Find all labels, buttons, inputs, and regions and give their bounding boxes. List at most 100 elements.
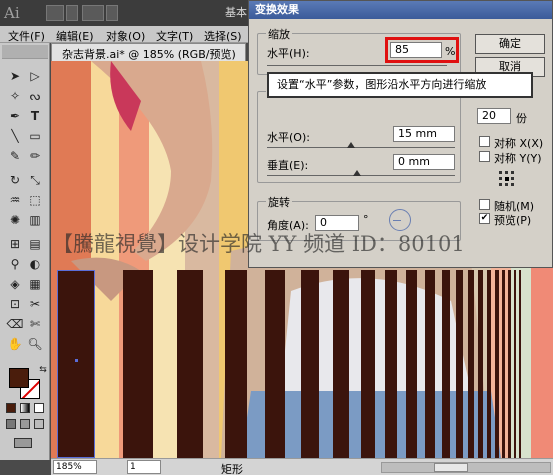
horizontal-scrollbar[interactable] [381, 462, 551, 473]
transformed-bar [425, 270, 435, 458]
lasso-tool-icon[interactable]: ᔓ [26, 87, 44, 105]
graph-tool-icon[interactable]: ▦ [26, 275, 44, 293]
transformed-bar [177, 270, 203, 458]
transformed-bar [265, 270, 285, 458]
move-horizontal-input[interactable]: 15 mm [393, 126, 455, 142]
copies-input[interactable]: 20 [477, 108, 511, 124]
original-rectangle[interactable] [57, 270, 95, 458]
screen-mode-icon[interactable] [14, 438, 32, 448]
pen-tool-icon[interactable]: ✒ [6, 107, 24, 125]
transformed-bar [456, 270, 463, 458]
menu-object[interactable]: 对象(O) [106, 28, 145, 44]
line-tool-icon[interactable]: ╲ [6, 127, 24, 145]
tools-panel-grip[interactable] [2, 45, 48, 59]
color-mode-icon[interactable] [6, 403, 16, 413]
draw-behind-icon[interactable] [20, 419, 30, 429]
dialog-title[interactable]: 变换效果 [249, 1, 552, 19]
transformed-bar [468, 270, 474, 458]
gradient-tool-icon[interactable]: ▤ [26, 235, 44, 253]
highlight-box [385, 37, 459, 63]
reference-point-grid[interactable] [499, 171, 514, 186]
bridge-button[interactable] [46, 5, 64, 21]
rotate-group-title: 旋转 [266, 194, 292, 210]
menu-select[interactable]: 选择(S) [204, 28, 242, 44]
magic-wand-tool-icon[interactable]: ✧ [6, 87, 24, 105]
instruction-callout: 设置“水平”参数，图形沿水平方向进行缩放 [267, 72, 533, 98]
move-vertical-slider-thumb[interactable] [353, 170, 361, 176]
document-tab-title: 杂志背景.ai* @ 185% (RGB/预览) [62, 48, 236, 61]
live-paint-bucket-icon[interactable]: ◈ [6, 275, 24, 293]
transformed-bar [514, 270, 516, 458]
move-horizontal-slider[interactable] [267, 147, 455, 148]
mesh-tool-icon[interactable]: ⊞ [6, 235, 24, 253]
bridge-dropdown[interactable] [66, 5, 78, 21]
transformed-bar [487, 270, 491, 458]
type-tool-icon[interactable]: T [26, 107, 44, 125]
blend-tool-icon[interactable]: ◐ [26, 255, 44, 273]
watermark-text: 【騰龍視覺】设计学院 YY 频道 ID：80101 [52, 232, 465, 256]
eyedropper-tool-icon[interactable]: ⚲ [6, 255, 24, 273]
column-graph-tool-icon[interactable]: ▥ [26, 211, 44, 229]
selection-tool-icon[interactable]: ➤ [6, 67, 24, 85]
preview-label: 预览(P) [494, 214, 532, 227]
transformed-bar [406, 270, 417, 458]
draw-normal-icon[interactable] [6, 419, 16, 429]
fill-color-swatch[interactable] [9, 368, 29, 388]
direct-selection-tool-icon[interactable]: ▷ [26, 67, 44, 85]
rectangle-tool-icon[interactable]: ▭ [26, 127, 44, 145]
hand-tool-icon[interactable]: ✋ [6, 335, 24, 353]
move-vertical-slider[interactable] [267, 175, 455, 176]
none-mode-icon[interactable] [34, 403, 44, 413]
transformed-bar [333, 270, 349, 458]
menu-file[interactable]: 文件(F) [8, 28, 45, 44]
zoom-level-field[interactable]: 185% [53, 460, 97, 474]
pencil-tool-icon[interactable]: ✏ [26, 147, 44, 165]
warp-tool-icon[interactable]: ♒ [6, 191, 24, 209]
reflect-y-label: 对称 Y(Y) [494, 152, 542, 165]
reflect-x-label: 对称 X(X) [494, 137, 544, 150]
artboard-number-field[interactable]: 1 [127, 460, 161, 474]
document-tab[interactable]: 杂志背景.ai* @ 185% (RGB/预览) [51, 43, 246, 61]
random-checkbox[interactable] [479, 199, 490, 210]
scale-horizontal-slider[interactable] [267, 65, 447, 66]
free-transform-tool-icon[interactable]: ⬚ [26, 191, 44, 209]
transformed-bar [519, 270, 521, 458]
current-tool-label[interactable]: 矩形 [221, 461, 243, 475]
transformed-bar [442, 270, 450, 458]
slice-tool-icon[interactable]: ✂ [26, 295, 44, 313]
arrange-dropdown[interactable] [106, 5, 118, 21]
transformed-bar [508, 270, 511, 458]
transformed-bar [495, 270, 499, 458]
rotate-tool-icon[interactable]: ↻ [6, 171, 24, 189]
transformed-bar [123, 270, 153, 458]
gradient-mode-icon[interactable] [20, 403, 30, 413]
center-point-marker [75, 359, 78, 362]
swap-colors-icon[interactable]: ⇆ [34, 361, 52, 379]
app-logo: Ai [4, 4, 20, 22]
scale-group-title: 缩放 [266, 26, 292, 42]
scale-tool-icon[interactable]: ⤡ [26, 171, 44, 189]
scale-horizontal-label: 水平(H): [267, 47, 310, 60]
ok-button[interactable]: 确定 [475, 34, 545, 54]
move-horizontal-slider-thumb[interactable] [347, 142, 355, 148]
menu-type[interactable]: 文字(T) [156, 28, 193, 44]
reflect-y-checkbox[interactable] [479, 151, 490, 162]
reflect-x-checkbox[interactable] [479, 136, 490, 147]
tools-panel: ➤ ▷ ✧ ᔓ ✒ T ╲ ▭ ✎ ✏ ↻ ⤡ ♒ ⬚ ✺ ▥ ⊞ ▤ ⚲ ◐ … [0, 43, 50, 460]
scrollbar-thumb[interactable] [434, 463, 468, 472]
draw-inside-icon[interactable] [34, 419, 44, 429]
preview-checkbox[interactable]: ✔ [479, 213, 490, 224]
eraser-tool-icon[interactable]: ⌫ [6, 315, 24, 333]
move-vertical-input[interactable]: 0 mm [393, 154, 455, 170]
paintbrush-tool-icon[interactable]: ✎ [6, 147, 24, 165]
symbol-sprayer-tool-icon[interactable]: ✺ [6, 211, 24, 229]
artboard-tool-icon[interactable]: ⊡ [6, 295, 24, 313]
scissors-tool-icon[interactable]: ✄ [26, 315, 44, 333]
transformed-bar [478, 270, 483, 458]
menu-edit[interactable]: 编辑(E) [56, 28, 94, 44]
move-vertical-label: 垂直(E): [267, 159, 309, 172]
status-bar: 185% 1 矩形 [51, 458, 553, 475]
arrange-documents-button[interactable] [82, 5, 104, 21]
transformed-bar [385, 270, 397, 458]
zoom-tool-icon[interactable]: 🔍︎ [26, 335, 44, 353]
